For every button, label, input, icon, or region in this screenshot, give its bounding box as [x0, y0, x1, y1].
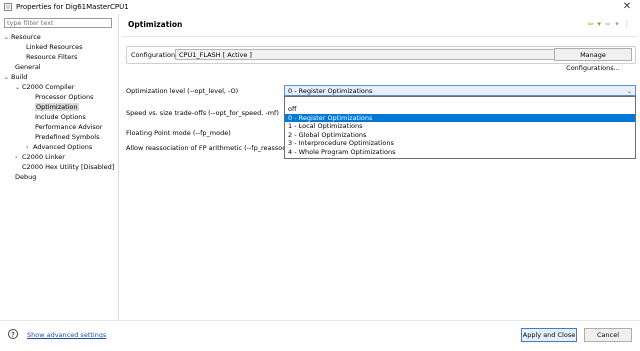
- configuration-label: Configuration:: [131, 51, 178, 59]
- opt-level-value: 0 - Register Optimizations: [288, 87, 373, 95]
- header-divider: [122, 36, 637, 37]
- fp-mode-label: Floating Point mode (--fp_mode): [126, 129, 231, 137]
- tree-item-linked-resources[interactable]: Linked Resources: [26, 42, 82, 52]
- cancel-button[interactable]: Cancel: [584, 328, 632, 342]
- tree-item-resource-filters[interactable]: Resource Filters: [26, 52, 77, 62]
- view-menu-icon[interactable]: ⋮: [623, 20, 631, 28]
- configuration-select[interactable]: CPU1_FLASH [ Active ] ⌄: [175, 49, 576, 60]
- dropdown-option-3[interactable]: 3 - Interprocedure Optimizations: [285, 139, 635, 148]
- speed-size-label: Speed vs. size trade-offs (--opt_for_spe…: [126, 109, 279, 117]
- tree-item-c2000-hex-utility[interactable]: C2000 Hex Utility [Disabled]: [22, 162, 114, 172]
- tree-item-predefined-symbols[interactable]: Predefined Symbols: [35, 132, 99, 142]
- filter-input[interactable]: [4, 18, 112, 28]
- expand-icon[interactable]: ⌄: [4, 73, 11, 83]
- tree-item-c2000-compiler[interactable]: ⌄ C2000 Compiler: [15, 82, 74, 92]
- dropdown-option-2[interactable]: 2 - Global Optimizations: [285, 131, 635, 140]
- expand-icon[interactable]: ⌄: [15, 83, 22, 93]
- forward-arrow-icon[interactable]: ⇨ ▾: [605, 20, 620, 28]
- tree-item-general[interactable]: General: [15, 62, 41, 72]
- fp-reassoc-label: Allow reassociation of FP arithmetic (--…: [126, 144, 289, 152]
- page-header: Optimization ⇦ ▾ ⇨ ▾ ⋮: [122, 16, 637, 34]
- configuration-group: Configuration: CPU1_FLASH [ Active ] ⌄ M…: [126, 46, 636, 72]
- opt-level-select[interactable]: 0 - Register Optimizations ⌄: [284, 85, 636, 96]
- tree-item-processor-options[interactable]: Processor Options: [35, 92, 93, 102]
- tree-item-performance-advisor[interactable]: Performance Advisor: [35, 122, 102, 132]
- nav-controls: ⇦ ▾ ⇨ ▾ ⋮: [587, 20, 631, 28]
- back-arrow-icon[interactable]: ⇦ ▾: [587, 20, 602, 28]
- opt-level-dropdown-list: off 0 - Register Optimizations 1 - Local…: [284, 96, 636, 159]
- dropdown-option-off[interactable]: off: [285, 105, 635, 114]
- properties-app-icon: [4, 3, 12, 11]
- dropdown-option-4[interactable]: 4 - Whole Program Optimizations: [285, 148, 635, 157]
- tree-item-include-options[interactable]: Include Options: [35, 112, 86, 122]
- opt-level-label: Optimization level (--opt_level, -O): [126, 87, 239, 95]
- manage-configurations-button[interactable]: Manage Configurations...: [554, 48, 632, 72]
- expand-icon[interactable]: ›: [15, 153, 22, 163]
- close-icon[interactable]: ✕: [620, 0, 634, 14]
- tree-item-resource[interactable]: ⌄ Resource: [4, 32, 41, 42]
- tree-item-c2000-linker[interactable]: › C2000 Linker: [15, 152, 65, 162]
- expand-icon[interactable]: ⌄: [4, 33, 11, 43]
- page-title: Optimization: [128, 20, 183, 29]
- configuration-value: CPU1_FLASH [ Active ]: [179, 51, 252, 59]
- tree-item-optimization[interactable]: Optimization: [35, 102, 79, 112]
- left-pane: ⌄Resource Linked Resources Resource Filt…: [0, 14, 119, 320]
- options-panel: Optimization level (--opt_level, -O) Spe…: [122, 78, 637, 318]
- apply-and-close-button[interactable]: Apply and Close: [521, 328, 577, 342]
- help-icon[interactable]: ?: [8, 329, 18, 339]
- dropdown-option-0[interactable]: 0 - Register Optimizations: [285, 113, 635, 122]
- window-title: Properties for Dig61MasterCPU1: [16, 3, 129, 11]
- title-bar: Properties for Dig61MasterCPU1 ✕: [0, 0, 640, 14]
- tree-item-advanced-options[interactable]: › Advanced Options: [26, 142, 92, 152]
- show-advanced-settings-link[interactable]: Show advanced settings: [27, 331, 106, 339]
- dialog-footer: ? Show advanced settings Apply and Close…: [0, 320, 640, 351]
- tree-item-debug[interactable]: Debug: [15, 172, 36, 182]
- tree-item-build[interactable]: ⌄ Build: [4, 72, 27, 82]
- dropdown-option-1[interactable]: 1 - Local Optimizations: [285, 122, 635, 131]
